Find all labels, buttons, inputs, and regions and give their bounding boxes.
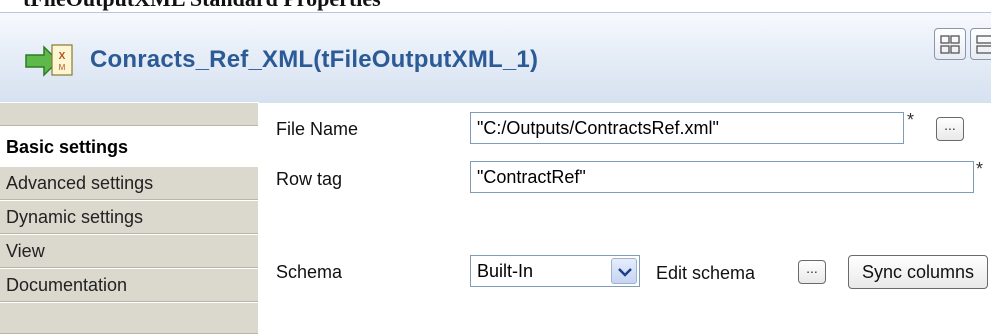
divider [258, 102, 259, 334]
component-title: Conracts_Ref_XML(tFileOutputXML_1) [90, 46, 539, 73]
tab-label: Basic settings [6, 137, 129, 157]
edit-schema-label: Edit schema [656, 263, 756, 283]
tab-label: View [6, 241, 45, 261]
page-heading-strip: tFileOutputXML Standard Properties [0, 0, 991, 12]
file-name-input[interactable] [470, 112, 904, 144]
required-marker: * [976, 159, 984, 179]
list-view-icon[interactable] [970, 28, 991, 60]
edit-schema-button[interactable]: ... [798, 260, 826, 284]
tab-label: Documentation [6, 275, 128, 295]
schema-label: Schema [276, 262, 343, 282]
tab-spacer [0, 102, 258, 126]
settings-tab-panel: Basic settings Advanced settings Dynamic… [0, 102, 258, 334]
svg-text:M: M [59, 63, 66, 72]
tab-label: Dynamic settings [6, 207, 144, 227]
component-title-bar: X M Conracts_Ref_XML(tFileOutputXML_1) [0, 12, 991, 103]
tab-label: Advanced settings [6, 173, 154, 193]
sync-columns-button[interactable]: Sync columns [848, 255, 988, 289]
tab-dynamic-settings[interactable]: Dynamic settings [0, 200, 258, 234]
tab-documentation[interactable]: Documentation [0, 268, 258, 302]
tab-basic-settings[interactable]: Basic settings [0, 126, 258, 166]
required-marker: * [907, 110, 915, 130]
cut-heading: tFileOutputXML Standard Properties [23, 0, 381, 12]
schema-select[interactable]: Built-In [470, 255, 640, 287]
row-tag-label: Row tag [276, 169, 343, 189]
tab-advanced-settings[interactable]: Advanced settings [0, 166, 258, 200]
schema-selected-value: Built-In [477, 261, 534, 281]
grid-view-icon[interactable] [934, 28, 966, 60]
svg-text:X: X [59, 51, 66, 62]
browse-file-button[interactable]: ... [936, 117, 964, 141]
tab-spacer [0, 302, 258, 334]
file-name-label: File Name [276, 119, 359, 139]
tab-view[interactable]: View [0, 234, 258, 268]
row-tag-input[interactable] [470, 161, 974, 193]
component-output-xml-icon: X M [25, 44, 73, 77]
chevron-down-icon[interactable] [611, 258, 637, 284]
